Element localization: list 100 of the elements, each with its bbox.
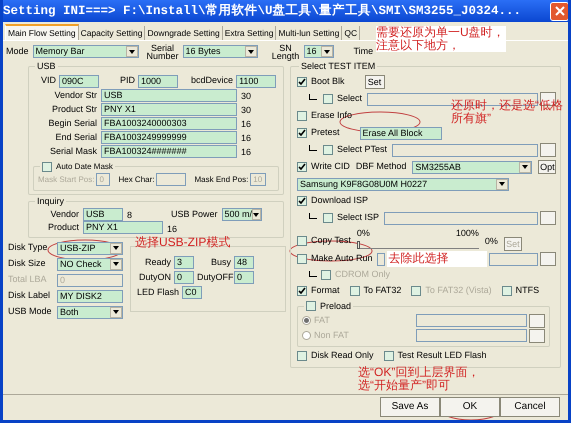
dropdown[interactable]: Memory Bar xyxy=(32,45,139,58)
caret-icon xyxy=(110,242,122,254)
input-field[interactable]: 0 xyxy=(234,271,254,284)
browse-button[interactable] xyxy=(540,252,556,266)
check-icon xyxy=(298,129,306,137)
close-button[interactable] xyxy=(550,2,568,20)
dropdown[interactable]: SM3255AB xyxy=(412,160,532,174)
annotation-note: 去除此选择 xyxy=(386,251,487,267)
input-field[interactable]: 0 xyxy=(174,271,194,284)
browse-button[interactable] xyxy=(540,143,556,157)
dialog-button[interactable]: Save As xyxy=(380,396,440,416)
group-title: USB xyxy=(37,61,56,71)
input-field[interactable]: FBA1003249999999 xyxy=(101,131,237,144)
field-label: Vendor xyxy=(49,208,79,221)
field-label: Begin Serial xyxy=(47,116,97,130)
field-label: Mode xyxy=(6,44,29,58)
field-label: DBF Method xyxy=(356,160,406,174)
checkbox[interactable]: Select PTest xyxy=(323,143,388,157)
annotation-note: 需要还原为单一U盘时，注意以下地方， xyxy=(376,26,506,52)
input-field[interactable]: 090C xyxy=(59,74,100,88)
caret-icon xyxy=(110,306,122,318)
field-label: Product Str xyxy=(50,102,97,116)
path-field[interactable] xyxy=(376,252,385,266)
browse-button[interactable] xyxy=(540,211,556,225)
checkbox[interactable]: Disk Read Only xyxy=(297,348,374,362)
dropdown[interactable]: 16 xyxy=(304,45,334,58)
checkbox[interactable]: Test Result LED Flash xyxy=(384,348,487,362)
dialog-button[interactable]: Cancel xyxy=(500,396,560,416)
tab[interactable]: Extra Setting xyxy=(222,26,276,40)
field-label: Disk Size xyxy=(8,257,47,270)
slider-label: 0% xyxy=(356,227,370,240)
check-icon xyxy=(298,163,306,171)
input-field[interactable]: 48 xyxy=(234,256,254,269)
tab[interactable]: Capacity Setting xyxy=(78,26,146,40)
input-field[interactable] xyxy=(156,173,186,186)
check-icon xyxy=(298,287,306,295)
path-field[interactable] xyxy=(384,212,538,224)
input-field[interactable]: FBA1003240000303 xyxy=(101,117,237,130)
max-length: 8 xyxy=(127,209,134,222)
checkbox[interactable]: Preload xyxy=(306,300,352,313)
dropdown[interactable]: 500 m/ xyxy=(222,208,262,221)
field-label: Time xyxy=(354,44,374,58)
input-field[interactable]: USB xyxy=(83,208,123,221)
dropdown[interactable]: USB-ZIP xyxy=(57,242,123,254)
button[interactable]: Set xyxy=(364,75,385,89)
checkbox[interactable]: Format xyxy=(297,284,340,298)
max-length: 16 xyxy=(241,118,252,132)
dropdown[interactable]: Samsung K9F8G08U0M H0227 xyxy=(297,178,509,190)
max-length: 16 xyxy=(241,146,252,160)
browse-button[interactable] xyxy=(529,328,546,342)
tab[interactable]: Downgrade Setting xyxy=(145,26,223,40)
field-label: USB Power xyxy=(171,208,218,221)
tab[interactable]: Multi-lun Setting xyxy=(276,26,342,40)
button[interactable]: Opt xyxy=(538,160,556,174)
field-label: End Serial xyxy=(54,130,97,144)
input-field[interactable]: FBA100324####### xyxy=(101,145,237,158)
field-label: Serial Number xyxy=(146,44,179,60)
dropdown[interactable]: NO Check xyxy=(57,258,123,270)
tab[interactable]: Main Flow Setting xyxy=(5,24,79,40)
input-field[interactable]: MY DISK2 xyxy=(57,290,123,302)
checkbox[interactable]: NTFS xyxy=(502,284,540,298)
slider-label: 100% xyxy=(456,227,479,240)
field-label: DutyOFF xyxy=(197,270,231,284)
path-field[interactable] xyxy=(392,144,538,156)
caret-icon xyxy=(110,258,122,270)
slider-track[interactable] xyxy=(356,240,479,248)
dialog-button[interactable]: OK xyxy=(440,396,500,416)
checkbox[interactable]: To FAT32 xyxy=(350,284,402,298)
field-label: DutyON xyxy=(138,270,171,284)
input-field[interactable]: PNY X1 xyxy=(101,103,237,116)
input-field[interactable]: C0 xyxy=(182,286,202,299)
dropdown[interactable]: 16 Bytes xyxy=(182,45,258,58)
check-icon xyxy=(298,197,306,205)
checkbox[interactable]: Select ISP xyxy=(323,211,380,225)
checkbox[interactable]: Auto Date Mask xyxy=(42,160,113,172)
checkbox[interactable]: Select xyxy=(323,92,362,106)
tab[interactable]: QC xyxy=(342,26,360,40)
field-label: Ready xyxy=(144,256,171,269)
browse-button[interactable] xyxy=(529,314,546,328)
checkbox[interactable]: Pretest xyxy=(297,126,340,140)
input-field[interactable]: Erase All Block xyxy=(360,126,442,140)
dropdown[interactable]: Both xyxy=(57,306,123,318)
field-label: Total LBA xyxy=(8,273,48,286)
input-field[interactable]: 1100 xyxy=(236,74,276,88)
path-field[interactable] xyxy=(416,329,528,342)
field-label: bcdDevice xyxy=(191,74,234,88)
slider-thumb[interactable] xyxy=(356,240,360,248)
path-field[interactable] xyxy=(488,252,538,266)
checkbox[interactable]: Write CID xyxy=(297,160,350,174)
field-label: SN Length xyxy=(272,44,300,60)
path-field[interactable] xyxy=(416,314,528,327)
input-field[interactable]: 1000 xyxy=(138,74,178,88)
input-field[interactable]: 3 xyxy=(174,256,194,269)
input-field[interactable]: USB xyxy=(101,89,237,102)
input-field[interactable]: PNY X1 xyxy=(83,221,163,234)
annotation-note: 还原时，还是选“低格所有旗” xyxy=(451,99,563,125)
checkbox[interactable]: Download ISP xyxy=(297,194,368,208)
checkbox[interactable]: Boot Blk xyxy=(297,75,345,89)
slider-reading: 0% xyxy=(484,235,498,248)
field-label: Product xyxy=(46,220,79,234)
